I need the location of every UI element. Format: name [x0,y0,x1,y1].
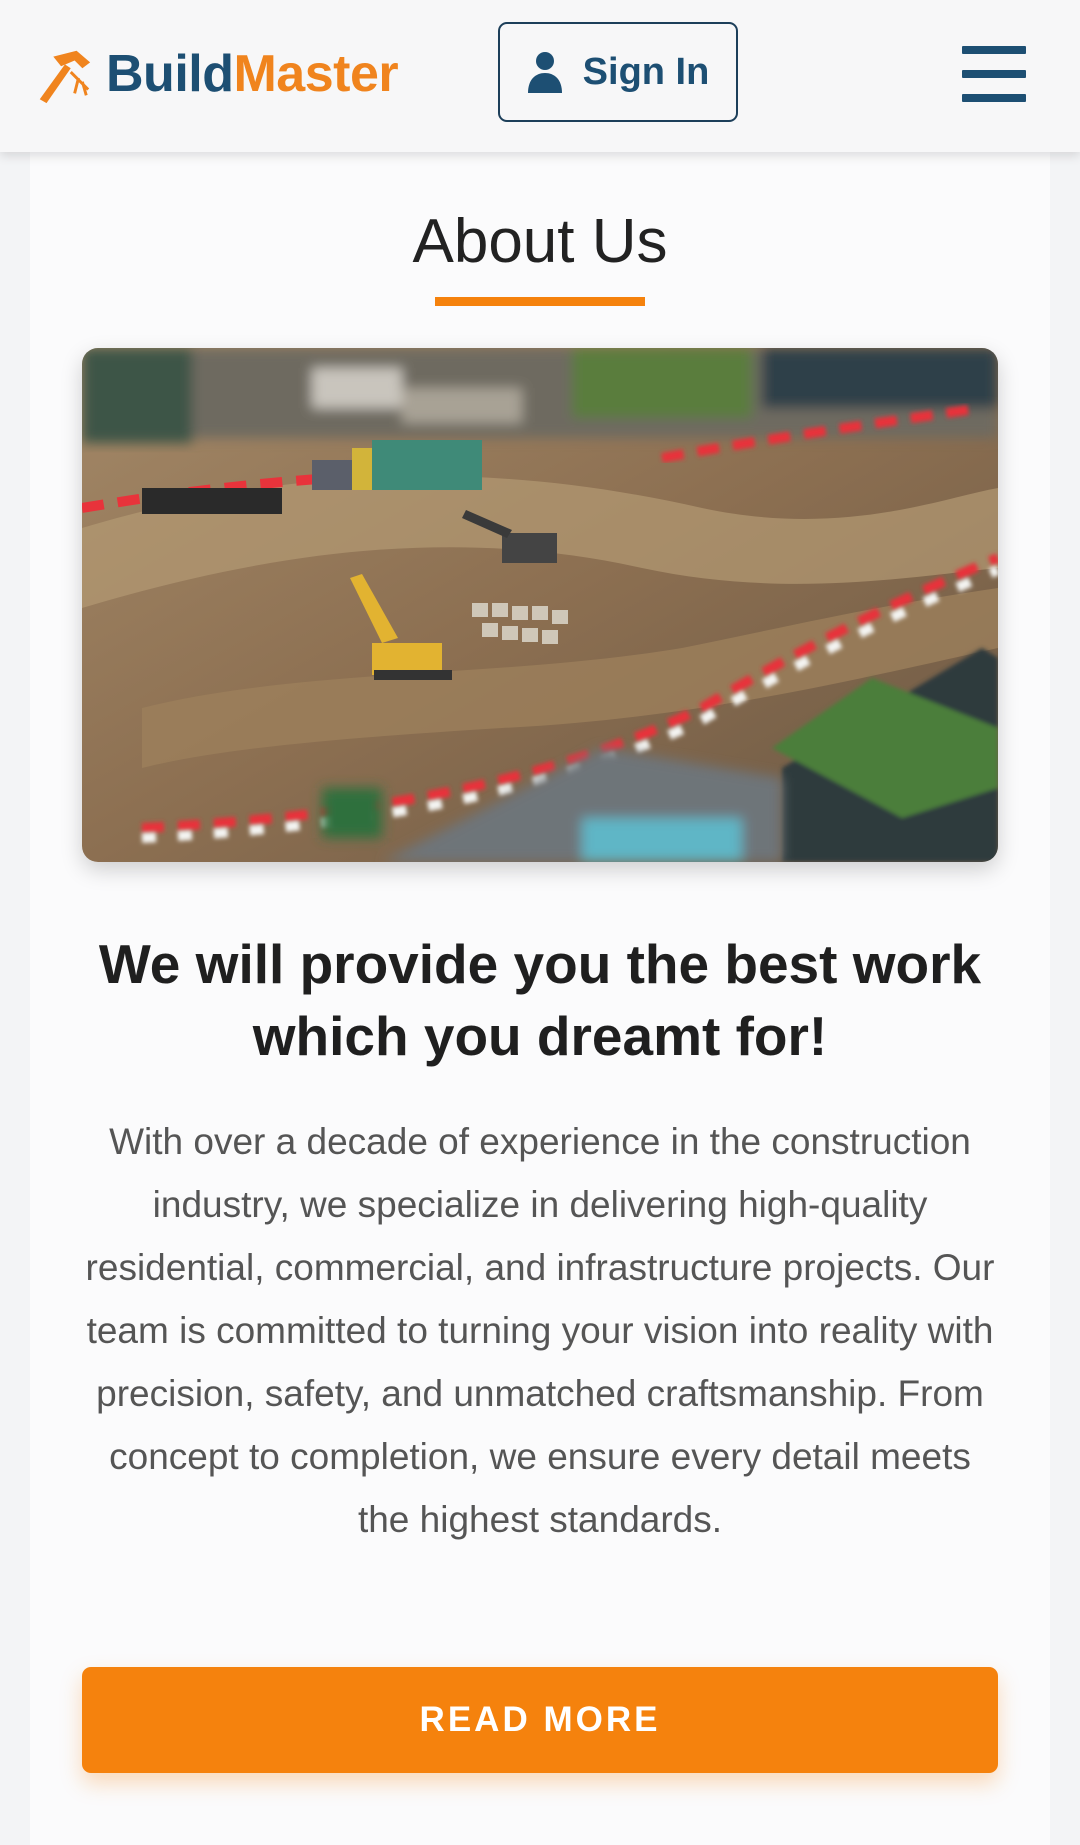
about-tagline: We will provide you the best work which … [98,933,982,1067]
read-more-button[interactable]: READ MORE [82,1667,998,1773]
top-navbar: BuildMaster Sign In [0,0,1080,152]
title-underline [435,297,645,306]
brand-name-part2: Master [233,45,399,103]
construction-site-image [82,348,998,862]
brand-name: BuildMaster [106,44,399,104]
hammer-icon [39,50,91,104]
user-icon [527,52,562,93]
sign-in-button[interactable]: Sign In [498,22,738,122]
section-title: About Us [412,207,668,276]
sign-in-label: Sign In [582,50,710,93]
brand-logo[interactable]: BuildMaster [32,42,399,106]
hamburger-menu-icon[interactable] [960,46,1030,102]
about-description: With over a decade of experience in the … [85,1121,995,1540]
brand-name-part1: Build [106,45,234,103]
